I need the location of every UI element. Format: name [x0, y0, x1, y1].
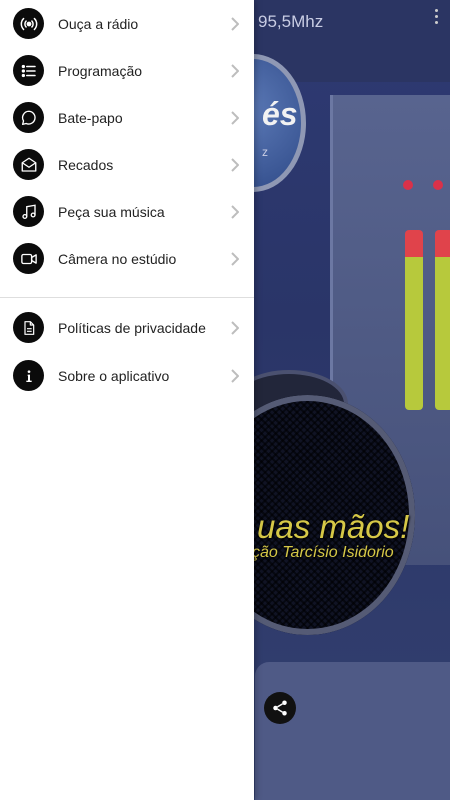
chevron-right-icon [229, 110, 241, 126]
station-logo-text: és [262, 96, 298, 132]
station-logo-subtext: z [262, 145, 268, 159]
envelope-icon [13, 149, 44, 180]
chevron-right-icon [229, 368, 241, 384]
navigation-drawer: Ouça a rádio Programação Bate-papo Recad… [0, 0, 254, 800]
menu-item-request-song[interactable]: Peça sua música [0, 188, 254, 235]
menu-item-label: Ouça a rádio [58, 15, 139, 32]
share-button[interactable] [264, 692, 296, 724]
menu-item-privacy-policy[interactable]: Políticas de privacidade [0, 304, 254, 351]
info-icon [13, 360, 44, 391]
menu-divider [0, 297, 254, 298]
menu-item-messages[interactable]: Recados [0, 141, 254, 188]
chevron-right-icon [229, 204, 241, 220]
chevron-right-icon [229, 251, 241, 267]
broadcast-icon [13, 8, 44, 39]
menu-item-studio-camera[interactable]: Câmera no estúdio [0, 235, 254, 282]
station-slogan-sub: ção Tarcísio Isidorio [252, 544, 394, 561]
chevron-right-icon [229, 320, 241, 336]
chevron-right-icon [229, 157, 241, 173]
menu-item-schedule[interactable]: Programação [0, 47, 254, 94]
chevron-right-icon [229, 63, 241, 79]
menu-item-label: Programação [58, 62, 143, 79]
document-icon [13, 312, 44, 343]
share-icon [273, 700, 287, 716]
menu-item-label: Políticas de privacidade [58, 319, 206, 336]
menu-item-label: Bate-papo [58, 109, 123, 126]
list-icon [13, 55, 44, 86]
bottom-card [255, 662, 450, 800]
chevron-right-icon [229, 16, 241, 32]
menu-item-label: Sobre o aplicativo [58, 367, 170, 384]
station-frequency: 95,5Mhz [258, 12, 324, 31]
menu-item-chat[interactable]: Bate-papo [0, 94, 254, 141]
menu-item-listen-radio[interactable]: Ouça a rádio [0, 0, 254, 47]
station-slogan: uas mãos! [257, 508, 410, 545]
more-options-icon[interactable] [425, 6, 447, 32]
chat-bubble-icon [13, 102, 44, 133]
menu-item-label: Câmera no estúdio [58, 250, 177, 267]
music-note-icon [13, 196, 44, 227]
menu-item-about-app[interactable]: Sobre o aplicativo [0, 352, 254, 399]
menu-item-label: Peça sua música [58, 203, 165, 220]
menu-item-label: Recados [58, 156, 114, 173]
video-camera-icon [13, 243, 44, 274]
